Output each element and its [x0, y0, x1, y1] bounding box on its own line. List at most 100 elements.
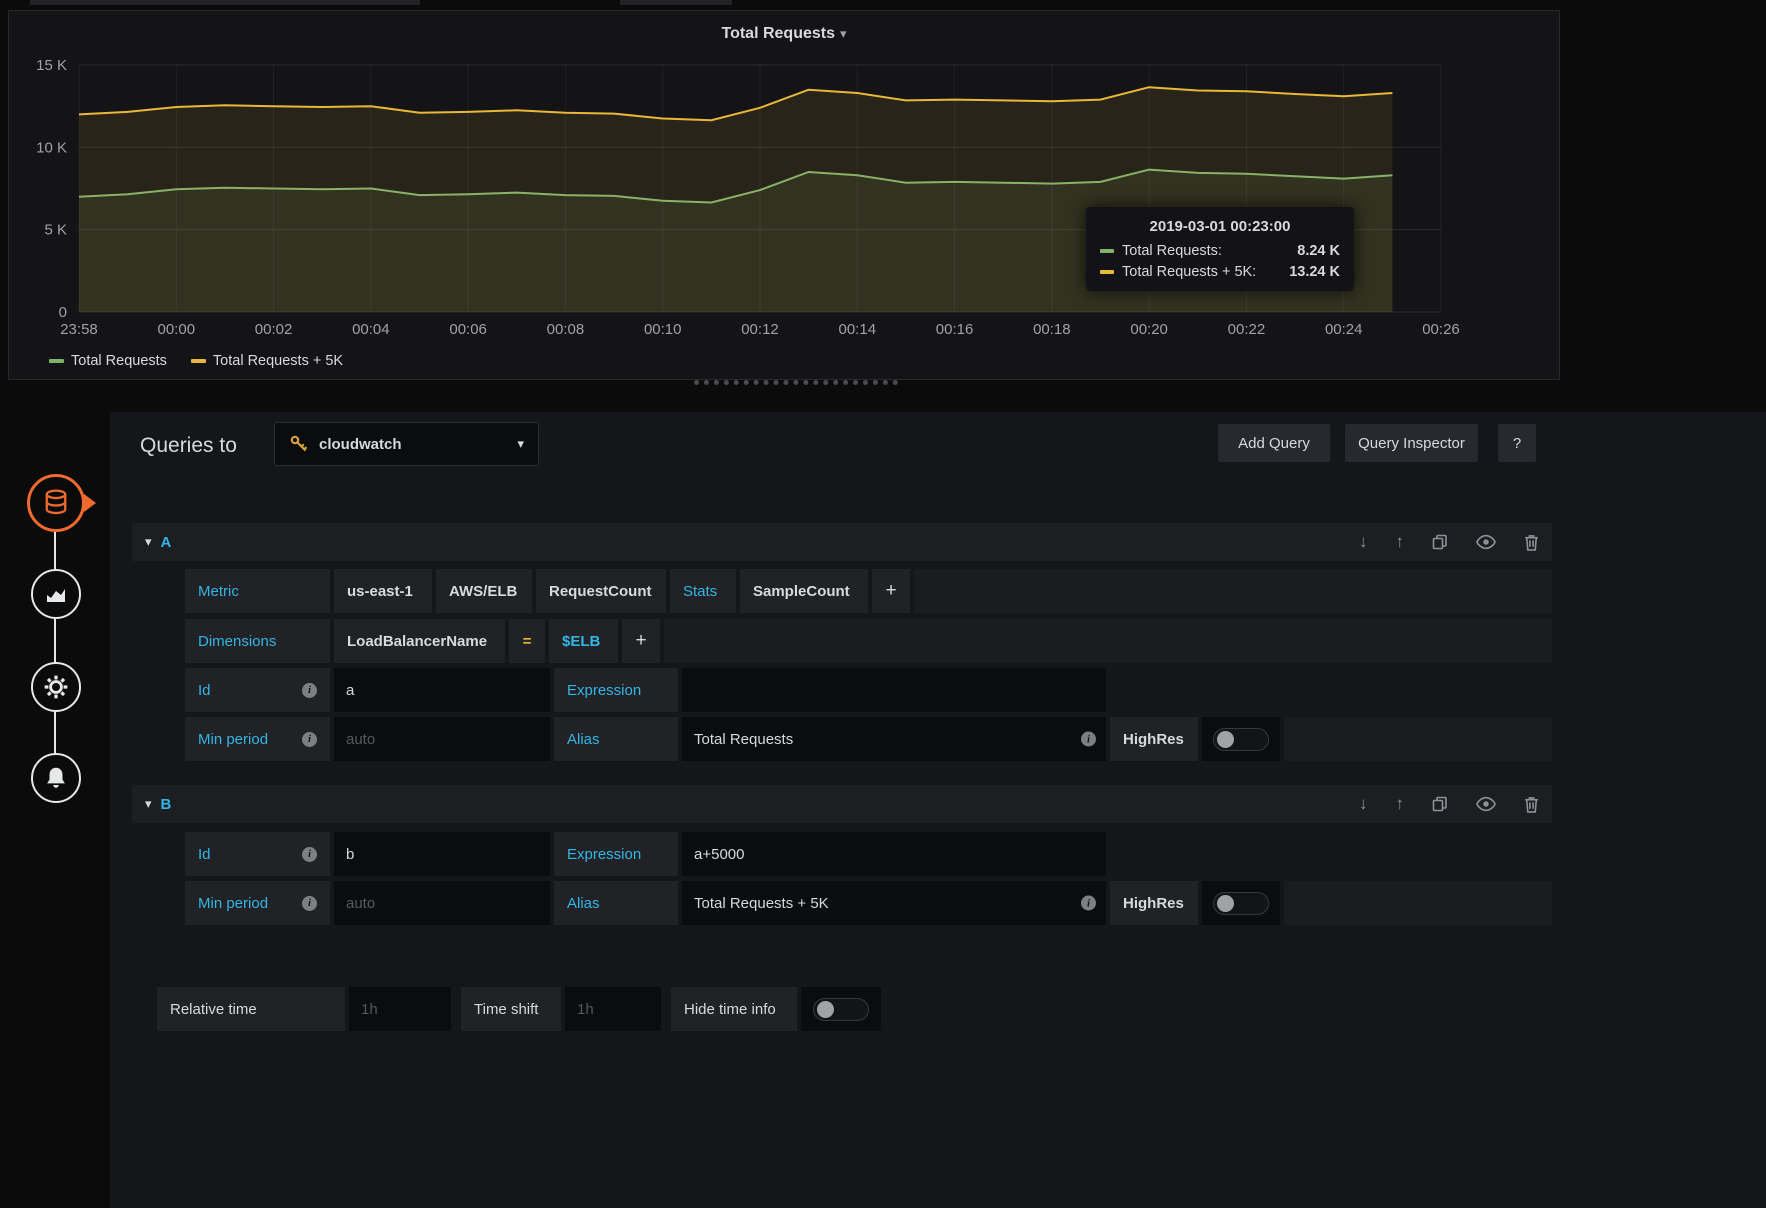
add-dimension-button[interactable]: +: [622, 619, 660, 663]
query-ref-label: A: [161, 534, 172, 551]
alias-field-wrap: [682, 881, 1106, 925]
query-inspector-button[interactable]: Query Inspector: [1345, 424, 1478, 462]
relative-time-field-wrap: [349, 987, 451, 1031]
legend-color-swatch: [191, 359, 206, 363]
row-filler: [1284, 717, 1552, 761]
toggle-knob: [1217, 731, 1234, 748]
legend-item[interactable]: Total Requests: [49, 353, 167, 369]
expression-label: Expression: [554, 668, 678, 712]
alias-input-b[interactable]: [682, 881, 1106, 925]
time-shift-input[interactable]: [565, 987, 661, 1031]
query-editor-main: Queries to cloudwatch Add Query Query In…: [110, 412, 1766, 1208]
metric-label: Metric: [185, 569, 330, 613]
tooltip-row: Total Requests + 5K: 13.24 K: [1100, 264, 1340, 280]
min-period-field-wrap: [334, 717, 550, 761]
eye-icon: [1476, 534, 1496, 550]
min-period-input-b[interactable]: [334, 881, 550, 925]
id-input-a[interactable]: [334, 668, 550, 712]
query-actions: [1359, 794, 1539, 814]
tab-visualization[interactable]: [31, 569, 81, 619]
id-field-wrap: [334, 668, 550, 712]
expression-input-a[interactable]: [682, 668, 1106, 712]
delete-query-button[interactable]: [1524, 534, 1539, 551]
dimensions-label: Dimensions: [185, 619, 330, 663]
min-period-label: Min period: [185, 881, 330, 925]
duplicate-query-button[interactable]: [1432, 796, 1448, 812]
query-section-header-a[interactable]: A: [132, 523, 1552, 561]
alias-input-a[interactable]: [682, 717, 1106, 761]
query-editor: Queries to cloudwatch Add Query Query In…: [0, 412, 1766, 1208]
datasource-dropdown[interactable]: cloudwatch: [274, 422, 539, 466]
arrow-down-icon: [1359, 794, 1368, 814]
queries-to-heading: Queries to: [140, 434, 237, 458]
svg-text:00:18: 00:18: [1033, 321, 1071, 338]
copy-icon: [1432, 796, 1448, 812]
info-icon[interactable]: [302, 847, 317, 862]
tab-connector-line: [54, 503, 56, 778]
cropped-ui-remnant: [620, 0, 732, 5]
highres-toggle-a[interactable]: [1202, 717, 1280, 761]
info-icon[interactable]: [302, 683, 317, 698]
svg-text:00:00: 00:00: [158, 321, 196, 338]
hide-time-info-toggle[interactable]: [801, 987, 881, 1031]
toggle-track: [1213, 892, 1269, 915]
toggle-knob: [817, 1001, 834, 1018]
move-query-down-button[interactable]: [1359, 794, 1368, 814]
cropped-ui-remnant: [30, 0, 420, 5]
dimension-key-segment[interactable]: LoadBalancerName: [334, 619, 505, 663]
add-stat-button[interactable]: +: [872, 569, 910, 613]
namespace-segment[interactable]: AWS/ELB: [436, 569, 532, 613]
panel-title[interactable]: Total Requests: [9, 25, 1559, 43]
id-label: Id: [185, 832, 330, 876]
highres-label: HighRes: [1110, 881, 1198, 925]
info-icon[interactable]: [302, 732, 317, 747]
info-icon[interactable]: [1081, 732, 1096, 747]
time-shift-field-wrap: [565, 987, 661, 1031]
relative-time-input[interactable]: [349, 987, 451, 1031]
toggle-track: [813, 998, 869, 1021]
id-expression-row: Id Expression: [185, 832, 1552, 876]
panel-resize-handle[interactable]: [694, 380, 898, 385]
toggle-query-visibility-button[interactable]: [1476, 534, 1496, 550]
info-icon[interactable]: [1081, 896, 1096, 911]
move-query-down-button[interactable]: [1359, 532, 1368, 552]
move-query-up-button[interactable]: [1396, 532, 1405, 552]
toggle-query-visibility-button[interactable]: [1476, 796, 1496, 812]
expression-input-b[interactable]: [682, 832, 1106, 876]
id-input-b[interactable]: [334, 832, 550, 876]
datasource-name: cloudwatch: [319, 436, 402, 453]
panel-editor-tabs: [0, 412, 110, 1208]
query-section-header-b[interactable]: B: [132, 785, 1552, 823]
tab-queries[interactable]: [27, 474, 85, 532]
region-segment[interactable]: us-east-1: [334, 569, 432, 613]
dimension-value-segment[interactable]: $ELB: [549, 619, 618, 663]
duplicate-query-button[interactable]: [1432, 534, 1448, 550]
row-filler: [1284, 881, 1552, 925]
tab-alert[interactable]: [31, 753, 81, 803]
timeseries-chart[interactable]: 05 K10 K15 K23:5800:0000:0200:0400:0600:…: [13, 51, 1553, 351]
svg-text:00:14: 00:14: [839, 321, 877, 338]
svg-text:00:10: 00:10: [644, 321, 682, 338]
svg-text:00:06: 00:06: [449, 321, 487, 338]
svg-text:00:26: 00:26: [1422, 321, 1460, 338]
min-period-input-a[interactable]: [334, 717, 550, 761]
min-period-label: Min period: [185, 717, 330, 761]
highres-toggle-b[interactable]: [1202, 881, 1280, 925]
add-query-button[interactable]: Add Query: [1218, 424, 1330, 462]
tab-general[interactable]: [31, 662, 81, 712]
legend-item[interactable]: Total Requests + 5K: [191, 353, 343, 369]
move-query-up-button[interactable]: [1396, 794, 1405, 814]
alias-label: Alias: [554, 717, 678, 761]
chevron-down-icon: [145, 796, 152, 812]
info-icon[interactable]: [302, 896, 317, 911]
legend-series-label: Total Requests + 5K: [213, 353, 343, 369]
stats-segment[interactable]: SampleCount: [740, 569, 868, 613]
metric-row: Metric us-east-1 AWS/ELB RequestCount St…: [185, 569, 1552, 613]
min-period-field-wrap: [334, 881, 550, 925]
delete-query-button[interactable]: [1524, 796, 1539, 813]
metric-name-segment[interactable]: RequestCount: [536, 569, 666, 613]
minperiod-alias-row: Min period Alias HighRes: [185, 881, 1552, 925]
help-button[interactable]: ?: [1498, 424, 1536, 462]
chevron-down-icon: [517, 436, 524, 452]
svg-text:00:22: 00:22: [1228, 321, 1266, 338]
